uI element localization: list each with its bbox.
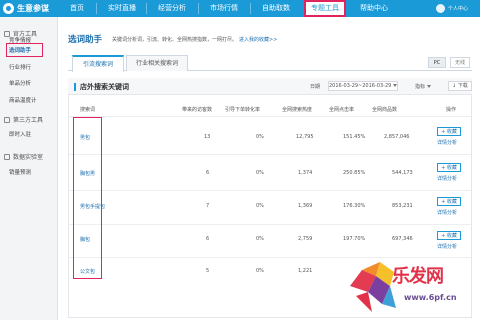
column-header-visitors: 带来的访客数 xyxy=(182,107,213,113)
conversion-cell: 0% xyxy=(256,203,264,209)
sidebar-item-item-analysis[interactable]: 单品分析 xyxy=(9,79,31,89)
detail-analysis-link[interactable]: 详情分析 xyxy=(437,243,457,250)
ctr-cell: 250.85% xyxy=(343,170,366,176)
heat-cell: 2,759 xyxy=(298,236,313,242)
ctr-cell: 176.30% xyxy=(343,203,366,209)
chevron-down-icon xyxy=(393,84,398,87)
favorite-button[interactable]: + 收藏 xyxy=(437,197,461,206)
card-title-text: 店外搜索关键词 xyxy=(80,83,129,91)
sidebar-section-third-party: 第三方工具 xyxy=(0,114,58,125)
row-divider xyxy=(69,190,471,191)
chevron-down-icon xyxy=(427,85,432,88)
nav-divider xyxy=(146,3,147,14)
nav-help[interactable]: 帮助中心 xyxy=(354,0,394,17)
visitors-cell: 5 xyxy=(206,268,210,274)
download-button[interactable]: ↓ 下载 xyxy=(448,81,472,91)
heat-cell: 1,374 xyxy=(298,170,313,176)
column-header-conversion: 引导下单转化率 xyxy=(225,107,261,113)
sidebar-item-join[interactable]: 即时入驻 xyxy=(9,130,31,140)
nav-special-tools[interactable]: 专题工具 xyxy=(304,0,346,17)
avatar xyxy=(436,4,445,13)
sidebar-section-label: 第三方工具 xyxy=(13,117,44,124)
heat-cell: 12,795 xyxy=(296,134,314,140)
column-header-ctr: 全网点击率 xyxy=(329,107,355,113)
logo[interactable]: 生意参谋 xyxy=(3,1,49,16)
heat-cell: 1,369 xyxy=(298,203,313,209)
nav-self-service-data[interactable]: 自助取数 xyxy=(256,0,296,17)
goods-cell: 2,857,046 xyxy=(384,134,410,140)
tab-traffic-keywords[interactable]: 引流搜索词 xyxy=(72,55,124,72)
row-divider xyxy=(69,116,471,117)
keyword-highlight-box xyxy=(73,117,102,279)
column-header-search-heat: 全网搜索热度 xyxy=(282,107,313,113)
wireless-toggle[interactable]: 无线 xyxy=(450,57,470,68)
favorite-button[interactable]: + 收藏 xyxy=(437,231,461,240)
flask-icon xyxy=(4,153,10,160)
nav-divider xyxy=(198,3,199,14)
my-favorites-link[interactable]: 进入我的收藏>> xyxy=(239,36,277,43)
sidebar-item-industry-rank[interactable]: 行业排行 xyxy=(9,63,31,73)
page-description: 关键词分析词，引流、转化、全网热搜指数，一网打尽。 xyxy=(112,36,238,43)
detail-analysis-link[interactable]: 详情分析 xyxy=(437,139,457,146)
download-label: 下载 xyxy=(457,83,468,89)
user-menu[interactable]: 个人中心 xyxy=(436,3,468,14)
sidebar-highlight-box xyxy=(6,43,43,57)
nav-home[interactable]: 首页 xyxy=(62,0,92,17)
metric-label: 指标 xyxy=(415,84,426,90)
date-range-value: 2016-03-29~2016-03-29 xyxy=(329,83,392,89)
user-label: 个人中心 xyxy=(448,6,469,12)
column-header-keyword: 搜索词 xyxy=(80,107,96,113)
ctr-cell: 151.45% xyxy=(343,134,366,140)
nav-business-analysis[interactable]: 经营分析 xyxy=(152,0,192,17)
goods-cell: 853,231 xyxy=(392,203,413,209)
pc-toggle[interactable]: PC xyxy=(428,57,446,68)
logo-icon xyxy=(3,3,14,14)
visitors-cell: 6 xyxy=(206,170,210,176)
page-header: 选词助手 关键词分析词，引流、转化、全网热搜指数，一网打尽。 进入我的收藏>> xyxy=(68,32,277,46)
visitors-cell: 7 xyxy=(206,203,210,209)
date-range-picker[interactable]: 2016-03-29~2016-03-29 xyxy=(328,81,398,91)
column-header-action: 操作 xyxy=(446,107,457,113)
favorite-button[interactable]: + 收藏 xyxy=(437,127,461,136)
goods-cell: 697,346 xyxy=(392,236,413,242)
title-accent-bar xyxy=(74,83,76,91)
nav-live[interactable]: 实时直播 xyxy=(102,0,142,17)
sidebar-section-lab: 数据实验室 xyxy=(0,151,58,162)
watermark-text: 乐发网 xyxy=(392,266,444,287)
column-header-goods: 全网商品数 xyxy=(372,107,398,113)
conversion-cell: 0% xyxy=(256,236,264,242)
card-title: 店外搜索关键词 xyxy=(74,82,129,92)
sidebar-section-label: 数据实验室 xyxy=(13,154,44,161)
visitors-cell: 13 xyxy=(204,134,211,140)
row-divider xyxy=(69,224,471,225)
logo-text: 生意参谋 xyxy=(17,4,49,13)
nav-divider xyxy=(250,3,251,14)
heat-cell: 1,221 xyxy=(298,268,313,274)
row-divider xyxy=(69,154,471,155)
detail-analysis-link[interactable]: 详情分析 xyxy=(437,175,457,182)
grid-icon xyxy=(4,116,10,123)
favorite-button[interactable]: + 收藏 xyxy=(437,163,461,172)
tab-industry-keywords[interactable]: 行业相关搜索词 xyxy=(126,55,188,71)
nav-divider xyxy=(96,3,97,14)
page-title: 选词助手 xyxy=(68,35,103,45)
visitors-cell: 6 xyxy=(206,236,210,242)
nav-market[interactable]: 市场行情 xyxy=(204,0,244,17)
ctr-cell: 197.70% xyxy=(343,236,366,242)
sidebar-item-sales-forecast[interactable]: 销量预测 xyxy=(9,168,31,178)
watermark-url: www.6pf.cn xyxy=(404,293,457,302)
conversion-cell: 0% xyxy=(256,268,264,274)
goods-cell: 544,173 xyxy=(392,170,413,176)
sidebar-item-thermometer[interactable]: 商品温度计 xyxy=(9,96,37,106)
date-label: 日期 xyxy=(310,84,321,90)
metric-selector[interactable]: 指标 xyxy=(415,83,432,90)
detail-analysis-link[interactable]: 详情分析 xyxy=(437,209,457,216)
conversion-cell: 0% xyxy=(256,170,264,176)
conversion-cell: 0% xyxy=(256,134,264,140)
